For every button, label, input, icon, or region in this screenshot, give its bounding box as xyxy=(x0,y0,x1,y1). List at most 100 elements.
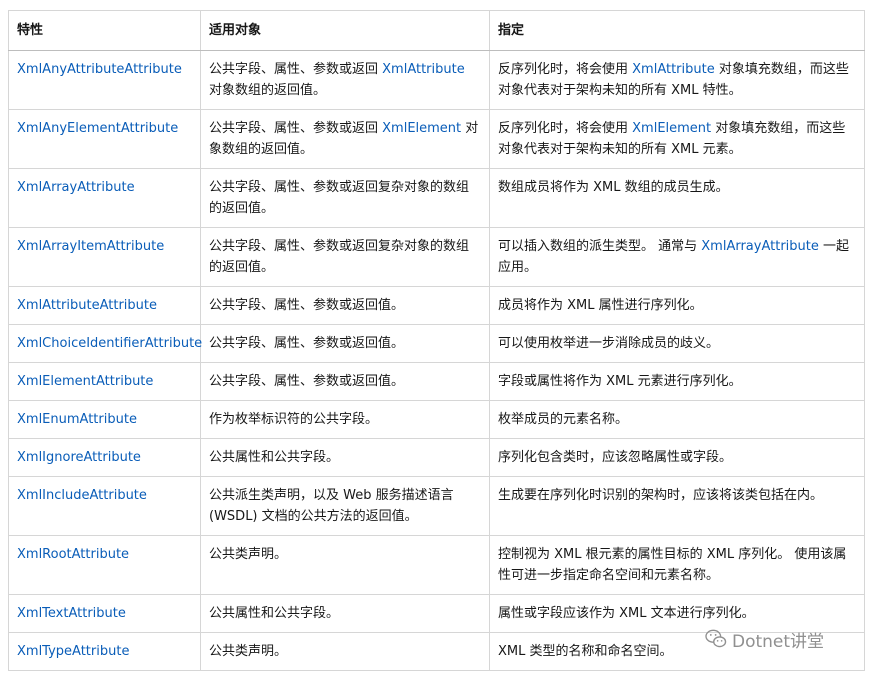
attribute-cell: XmlEnumAttribute xyxy=(8,400,201,439)
attribute-cell: XmlAnyAttributeAttribute xyxy=(8,50,201,110)
table-row: XmlArrayAttribute 公共字段、属性、参数或返回复杂对象的数组的返回… xyxy=(8,168,865,228)
attribute-link[interactable]: XmlArrayAttribute xyxy=(17,180,135,195)
specifies-cell: 可以使用枚举进一步消除成员的歧义。 xyxy=(489,324,865,363)
cell-text: 反序列化时，将会使用 xyxy=(498,121,633,136)
attribute-cell: XmlIgnoreAttribute xyxy=(8,438,201,477)
attribute-link[interactable]: XmlTypeAttribute xyxy=(17,644,129,659)
cell-text: 可以插入数组的派生类型。 通常与 xyxy=(498,239,702,254)
attribute-link[interactable]: XmlIncludeAttribute xyxy=(17,488,147,503)
table-row: XmlIgnoreAttribute 公共属性和公共字段。 序列化包含类时，应该忽略… xyxy=(8,438,865,477)
cell-text: 对象数组的返回值。 xyxy=(209,83,327,98)
attribute-link[interactable]: XmlArrayItemAttribute xyxy=(17,239,164,254)
header-attribute: 特性 xyxy=(8,10,201,51)
header-specifies: 指定 xyxy=(489,10,865,51)
applies-to-cell: 公共派生类声明，以及 Web 服务描述语言 (WSDL) 文档的公共方法的返回值… xyxy=(200,476,490,536)
cell-text: 成员将作为 XML 属性进行序列化。 xyxy=(498,298,703,313)
cell-text: 公共字段、属性、参数或返回 xyxy=(209,121,383,136)
cell-text: XML 类型的名称和命名空间。 xyxy=(498,644,673,659)
specifies-cell: 可以插入数组的派生类型。 通常与 XmlArrayAttribute 一起应用。 xyxy=(489,227,865,287)
attribute-cell: XmlTypeAttribute xyxy=(8,632,201,671)
cell-text: 反序列化时，将会使用 xyxy=(498,62,633,77)
cell-text: 公共字段、属性、参数或返回复杂对象的数组的返回值。 xyxy=(209,239,470,275)
cell-text: 公共属性和公共字段。 xyxy=(209,450,340,465)
watermark-text: Dotnet讲堂 xyxy=(732,631,825,652)
specifies-cell: 成员将作为 XML 属性进行序列化。 xyxy=(489,286,865,325)
cell-text: 公共字段、属性、参数或返回复杂对象的数组的返回值。 xyxy=(209,180,470,216)
table-body: XmlAnyAttributeAttribute 公共字段、属性、参数或返回 Xm… xyxy=(8,50,865,671)
specifies-cell: 数组成员将作为 XML 数组的成员生成。 xyxy=(489,168,865,228)
watermark: Dotnet讲堂 xyxy=(705,628,825,652)
table-row: XmlElementAttribute 公共字段、属性、参数或返回值。 字段或属性将… xyxy=(8,362,865,401)
type-link[interactable]: XmlArrayAttribute xyxy=(701,239,819,254)
wechat-icon xyxy=(705,629,727,648)
applies-to-cell: 公共字段、属性、参数或返回复杂对象的数组的返回值。 xyxy=(200,168,490,228)
specifies-cell: 枚举成员的元素名称。 xyxy=(489,400,865,439)
specifies-cell: 字段或属性将作为 XML 元素进行序列化。 xyxy=(489,362,865,401)
applies-to-cell: 公共字段、属性、参数或返回 XmlElement 对象数组的返回值。 xyxy=(200,109,490,169)
table-row: XmlEnumAttribute 作为枚举标识符的公共字段。 枚举成员的元素名称。 xyxy=(8,400,865,439)
table-row: XmlChoiceIdentifierAttribute 公共字段、属性、参数或返… xyxy=(8,324,865,363)
type-link[interactable]: XmlElement xyxy=(382,121,461,136)
attribute-link[interactable]: XmlAnyElementAttribute xyxy=(17,121,178,136)
applies-to-cell: 公共字段、属性、参数或返回值。 xyxy=(200,324,490,363)
attribute-link[interactable]: XmlIgnoreAttribute xyxy=(17,450,141,465)
cell-text: 公共派生类声明，以及 Web 服务描述语言 (WSDL) 文档的公共方法的返回值… xyxy=(209,488,454,524)
cell-text: 控制视为 XML 根元素的属性目标的 XML 序列化。 使用该属性可进一步指定命… xyxy=(498,547,847,583)
attribute-cell: XmlArrayAttribute xyxy=(8,168,201,228)
attribute-link[interactable]: XmlEnumAttribute xyxy=(17,412,137,427)
attribute-link[interactable]: XmlAttributeAttribute xyxy=(17,298,157,313)
cell-text: 属性或字段应该作为 XML 文本进行序列化。 xyxy=(498,606,755,621)
cell-text: 枚举成员的元素名称。 xyxy=(498,412,629,427)
cell-text: 公共字段、属性、参数或返回值。 xyxy=(209,374,405,389)
table-row: XmlAnyElementAttribute 公共字段、属性、参数或返回 XmlE… xyxy=(8,109,865,169)
applies-to-cell: 公共字段、属性、参数或返回值。 xyxy=(200,362,490,401)
attribute-link[interactable]: XmlTextAttribute xyxy=(17,606,126,621)
table-row: XmlAnyAttributeAttribute 公共字段、属性、参数或返回 Xm… xyxy=(8,50,865,110)
applies-to-cell: 公共属性和公共字段。 xyxy=(200,438,490,477)
applies-to-cell: 公共字段、属性、参数或返回值。 xyxy=(200,286,490,325)
specifies-cell: 控制视为 XML 根元素的属性目标的 XML 序列化。 使用该属性可进一步指定命… xyxy=(489,535,865,595)
attribute-cell: XmlRootAttribute xyxy=(8,535,201,595)
type-link[interactable]: XmlAttribute xyxy=(382,62,465,77)
attribute-cell: XmlAnyElementAttribute xyxy=(8,109,201,169)
attribute-cell: XmlTextAttribute xyxy=(8,594,201,633)
specifies-cell: 序列化包含类时，应该忽略属性或字段。 xyxy=(489,438,865,477)
cell-text: 可以使用枚举进一步消除成员的歧义。 xyxy=(498,336,720,351)
table-header-row: 特性 适用对象 指定 xyxy=(8,10,865,51)
attribute-link[interactable]: XmlElementAttribute xyxy=(17,374,153,389)
cell-text: 序列化包含类时，应该忽略属性或字段。 xyxy=(498,450,733,465)
type-link[interactable]: XmlElement xyxy=(632,121,711,136)
attributes-table-container: 特性 适用对象 指定 XmlAnyAttributeAttribute 公共字段、… xyxy=(8,10,865,671)
cell-text: 公共字段、属性、参数或返回 xyxy=(209,62,383,77)
attribute-link[interactable]: XmlRootAttribute xyxy=(17,547,129,562)
cell-text: 生成要在序列化时识别的架构时，应该将该类包括在内。 xyxy=(498,488,824,503)
cell-text: 作为枚举标识符的公共字段。 xyxy=(209,412,379,427)
table-row: XmlAttributeAttribute 公共字段、属性、参数或返回值。 成员将作… xyxy=(8,286,865,325)
attribute-cell: XmlIncludeAttribute xyxy=(8,476,201,536)
specifies-cell: 反序列化时，将会使用 XmlAttribute 对象填充数组，而这些对象代表对于… xyxy=(489,50,865,110)
attribute-cell: XmlChoiceIdentifierAttribute xyxy=(8,324,202,363)
attributes-table: 特性 适用对象 指定 XmlAnyAttributeAttribute 公共字段、… xyxy=(8,10,865,671)
specifies-cell: 反序列化时，将会使用 XmlElement 对象填充数组，而这些对象代表对于架构… xyxy=(489,109,865,169)
attribute-cell: XmlAttributeAttribute xyxy=(8,286,201,325)
table-row: XmlArrayItemAttribute 公共字段、属性、参数或返回复杂对象的数… xyxy=(8,227,865,287)
applies-to-cell: 公共字段、属性、参数或返回 XmlAttribute 对象数组的返回值。 xyxy=(200,50,490,110)
table-row: XmlIncludeAttribute 公共派生类声明，以及 Web 服务描述语言… xyxy=(8,476,865,536)
header-applies-to: 适用对象 xyxy=(200,10,490,51)
cell-text: 公共字段、属性、参数或返回值。 xyxy=(209,298,405,313)
specifies-cell: 生成要在序列化时识别的架构时，应该将该类包括在内。 xyxy=(489,476,865,536)
attribute-cell: XmlArrayItemAttribute xyxy=(8,227,201,287)
type-link[interactable]: XmlAttribute xyxy=(632,62,715,77)
cell-text: 公共类声明。 xyxy=(209,547,288,562)
cell-text: 公共字段、属性、参数或返回值。 xyxy=(209,336,405,351)
attribute-link[interactable]: XmlAnyAttributeAttribute xyxy=(17,62,182,77)
attribute-cell: XmlElementAttribute xyxy=(8,362,201,401)
table-row: XmlRootAttribute 公共类声明。 控制视为 XML 根元素的属性目标的… xyxy=(8,535,865,595)
cell-text: 公共属性和公共字段。 xyxy=(209,606,340,621)
cell-text: 公共类声明。 xyxy=(209,644,288,659)
applies-to-cell: 公共类声明。 xyxy=(200,632,490,671)
applies-to-cell: 公共属性和公共字段。 xyxy=(200,594,490,633)
applies-to-cell: 公共字段、属性、参数或返回复杂对象的数组的返回值。 xyxy=(200,227,490,287)
cell-text: 字段或属性将作为 XML 元素进行序列化。 xyxy=(498,374,742,389)
attribute-link[interactable]: XmlChoiceIdentifierAttribute xyxy=(17,336,202,351)
